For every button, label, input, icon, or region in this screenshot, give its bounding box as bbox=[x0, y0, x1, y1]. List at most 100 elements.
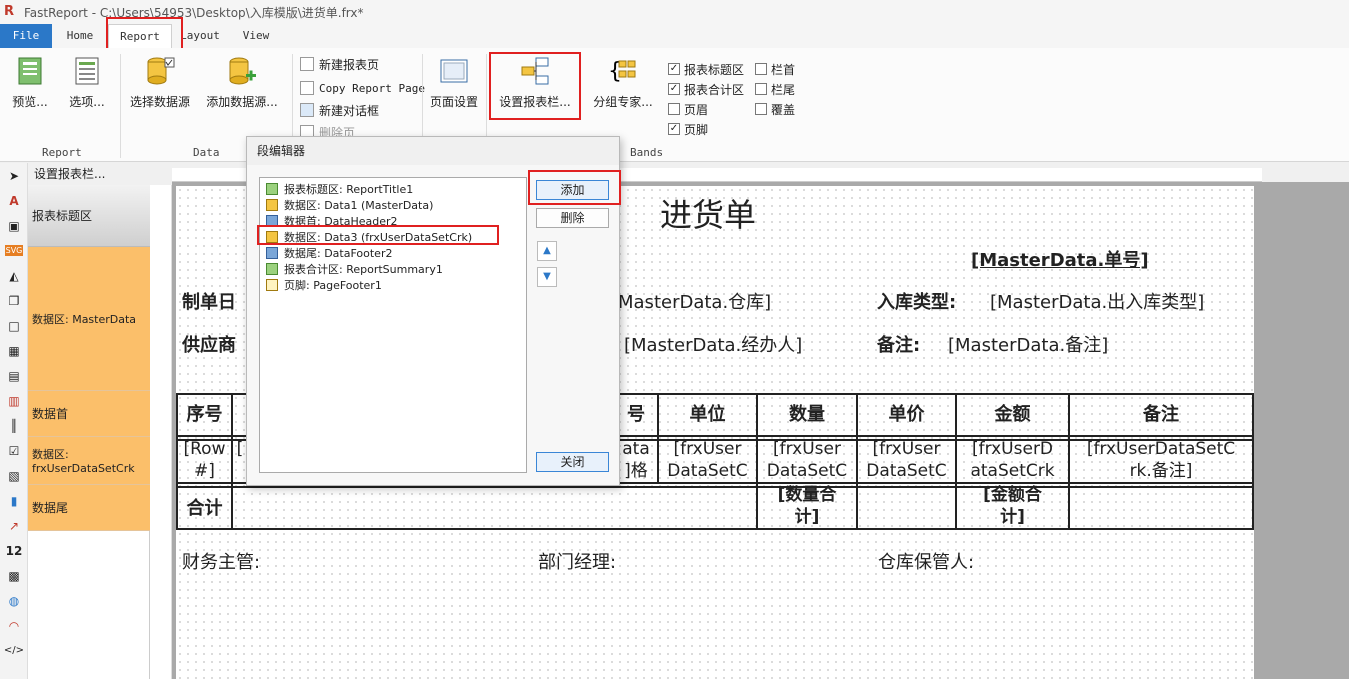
page-setup-button[interactable]: 页面设置 bbox=[428, 56, 480, 110]
barcode-tool-icon[interactable]: ║ bbox=[0, 413, 28, 438]
report-title[interactable]: 进货单 bbox=[660, 190, 756, 236]
picture-tool-icon[interactable]: ▣ bbox=[0, 213, 28, 238]
map-tool-icon[interactable]: ▩ bbox=[0, 563, 28, 588]
checkbox-unchecked-icon bbox=[668, 103, 680, 115]
data-band-icon bbox=[266, 199, 278, 211]
text-tool-icon[interactable]: A bbox=[0, 188, 28, 213]
fastreport-logo-icon: R bbox=[4, 4, 15, 19]
checkbox-column-footer[interactable]: 栏尾 bbox=[755, 79, 795, 99]
select-datasource-button[interactable]: 选择数据源 bbox=[128, 56, 192, 110]
new-report-page-button[interactable]: 新建报表页 bbox=[300, 54, 379, 74]
checkbox-column-header[interactable]: 栏首 bbox=[755, 59, 795, 79]
remark-field[interactable]: [MasterData.备注] bbox=[948, 331, 1108, 357]
rectangle-tool-icon[interactable]: □ bbox=[0, 313, 28, 338]
number-tool-icon[interactable]: 12 bbox=[0, 538, 28, 563]
band-item-data-footer[interactable]: 数据尾 bbox=[28, 485, 150, 531]
band-item-masterdata[interactable]: 数据区: MasterData bbox=[28, 247, 150, 391]
order-no-field[interactable]: [MasterData.单号] bbox=[971, 246, 1149, 272]
amount-total-field[interactable]: [金额合 计] bbox=[957, 484, 1068, 528]
handler-field[interactable]: [MasterData.经办人] bbox=[624, 331, 802, 357]
chart-tool-icon[interactable]: ▥ bbox=[0, 388, 28, 413]
table-tool-icon[interactable]: ▦ bbox=[0, 338, 28, 363]
data-cell-amount[interactable]: [frxUserD ataSetCrk bbox=[957, 438, 1068, 482]
checkbox-overlay[interactable]: 覆盖 bbox=[755, 99, 795, 119]
band-list-item[interactable]: 报表标题区: ReportTitle1 bbox=[266, 181, 413, 197]
band-list[interactable]: 报表标题区: ReportTitle1 数据区: Data1 (MasterDa… bbox=[259, 177, 527, 473]
data-cell-spec[interactable]: ata ]格 bbox=[616, 438, 656, 482]
group-expert-button[interactable]: { 分组专家... bbox=[588, 56, 658, 110]
bar-chart-tool-icon[interactable]: ▮ bbox=[0, 488, 28, 513]
band-item-data-header[interactable]: 数据首 bbox=[28, 391, 150, 437]
page-setup-icon bbox=[440, 59, 468, 83]
window-title: FastReport - C:\Users\54953\Desktop\入库模版… bbox=[24, 5, 364, 20]
band-list-item[interactable]: 报表合计区: ReportSummary1 bbox=[266, 261, 443, 277]
warehouse-keeper-label[interactable]: 仓库保管人: bbox=[878, 548, 974, 574]
band-panel-header[interactable]: 设置报表栏... bbox=[28, 163, 150, 185]
matrix-tool-icon[interactable]: ▤ bbox=[0, 363, 28, 388]
tab-view[interactable]: View bbox=[228, 24, 284, 48]
tab-file[interactable]: File bbox=[0, 24, 52, 48]
header-cell-amount[interactable]: 金额 bbox=[957, 400, 1068, 426]
new-dialog-icon bbox=[300, 103, 314, 117]
band-list-item[interactable]: 数据区: Data1 (MasterData) bbox=[266, 197, 433, 213]
checkbox-page-header[interactable]: 页眉 bbox=[668, 99, 708, 119]
header-cell-unit[interactable]: 单位 bbox=[659, 400, 756, 426]
gauge-tool-icon[interactable]: ◠ bbox=[0, 613, 28, 638]
preview-button[interactable]: 预览... bbox=[8, 56, 52, 110]
svg-tool-icon[interactable]: SVG bbox=[0, 238, 28, 263]
move-down-icon[interactable]: ▼ bbox=[537, 267, 557, 287]
checkbox-report-summary[interactable]: ✓ 报表合计区 bbox=[668, 79, 744, 99]
header-cell-no[interactable]: 号 bbox=[616, 400, 656, 426]
dept-manager-label[interactable]: 部门经理: bbox=[538, 548, 616, 574]
total-label[interactable]: 合计 bbox=[178, 494, 231, 520]
move-up-icon[interactable]: ▲ bbox=[537, 241, 557, 261]
checkbox-report-title[interactable]: ✓ 报表标题区 bbox=[668, 59, 744, 79]
stock-type-field[interactable]: [MasterData.出入库类型] bbox=[990, 288, 1204, 314]
warehouse-field[interactable]: MasterData.仓库] bbox=[618, 288, 771, 314]
object-toolbar: ➤ A ▣ SVG ◭ ❐ □ ▦ ▤ ▥ ║ ☑ ▧ ▮ ↗ 12 ▩ ◍ ◠… bbox=[0, 163, 28, 679]
header-cell-price[interactable]: 单价 bbox=[858, 400, 955, 426]
group-label-bands: Bands bbox=[630, 146, 664, 159]
select-tool-icon[interactable]: ➤ bbox=[0, 163, 28, 188]
richtext-tool-icon[interactable]: ▧ bbox=[0, 463, 28, 488]
checkbox-tool-icon[interactable]: ☑ bbox=[0, 438, 28, 463]
data-cell-row-no[interactable]: [Row #] bbox=[178, 438, 231, 482]
band-item-report-title[interactable]: 报表标题区 bbox=[28, 185, 150, 247]
options-icon bbox=[75, 57, 99, 85]
shape-tool-icon[interactable]: ◭ bbox=[0, 263, 28, 288]
data-cell-unit[interactable]: [frxUser DataSetC bbox=[659, 438, 756, 482]
line-chart-tool-icon[interactable]: ↗ bbox=[0, 513, 28, 538]
globe-tool-icon[interactable]: ◍ bbox=[0, 588, 28, 613]
separator bbox=[120, 54, 121, 158]
data-cell-partial[interactable]: [ bbox=[233, 438, 247, 460]
qty-total-field[interactable]: [数量合 计] bbox=[758, 484, 856, 528]
tab-home[interactable]: Home bbox=[52, 24, 108, 48]
table-line bbox=[231, 393, 233, 530]
remark-label[interactable]: 备注: bbox=[877, 331, 920, 357]
header-cell-seq[interactable]: 序号 bbox=[178, 400, 231, 426]
data-cell-note[interactable]: [frxUserDataSetC rk.备注] bbox=[1070, 438, 1252, 482]
supplier-label[interactable]: 供应商 bbox=[182, 331, 236, 357]
band-item-user-dataset[interactable]: 数据区: frxUserDataSetCrk bbox=[28, 437, 150, 485]
band-list-item[interactable]: 数据尾: DataFooter2 bbox=[266, 245, 392, 261]
header-cell-qty[interactable]: 数量 bbox=[758, 400, 856, 426]
maker-label[interactable]: 制单日 bbox=[182, 288, 236, 314]
checkbox-checked-icon: ✓ bbox=[668, 123, 680, 135]
checkbox-page-footer[interactable]: ✓ 页脚 bbox=[668, 119, 708, 139]
header-cell-note[interactable]: 备注 bbox=[1070, 400, 1252, 426]
data-cell-qty[interactable]: [frxUser DataSetC bbox=[758, 438, 856, 482]
band-list-item[interactable]: 页脚: PageFooter1 bbox=[266, 277, 382, 293]
delete-band-button[interactable]: 删除 bbox=[536, 208, 609, 228]
highlight-add-button bbox=[528, 170, 621, 205]
finance-manager-label[interactable]: 财务主管: bbox=[182, 548, 260, 574]
dialog-title: 段编辑器 bbox=[247, 137, 619, 165]
stock-type-label[interactable]: 入库类型: bbox=[877, 288, 956, 314]
copy-report-page-button[interactable]: Copy Report Page bbox=[300, 78, 425, 98]
code-tool-icon[interactable]: </> bbox=[0, 638, 28, 663]
new-dialog-button[interactable]: 新建对话框 bbox=[300, 100, 379, 120]
subreport-tool-icon[interactable]: ❐ bbox=[0, 288, 28, 313]
data-cell-price[interactable]: [frxUser DataSetC bbox=[858, 438, 955, 482]
options-button[interactable]: 选项... bbox=[64, 56, 110, 110]
close-dialog-button[interactable]: 关闭 bbox=[536, 452, 609, 472]
add-datasource-button[interactable]: 添加数据源... bbox=[202, 56, 282, 110]
